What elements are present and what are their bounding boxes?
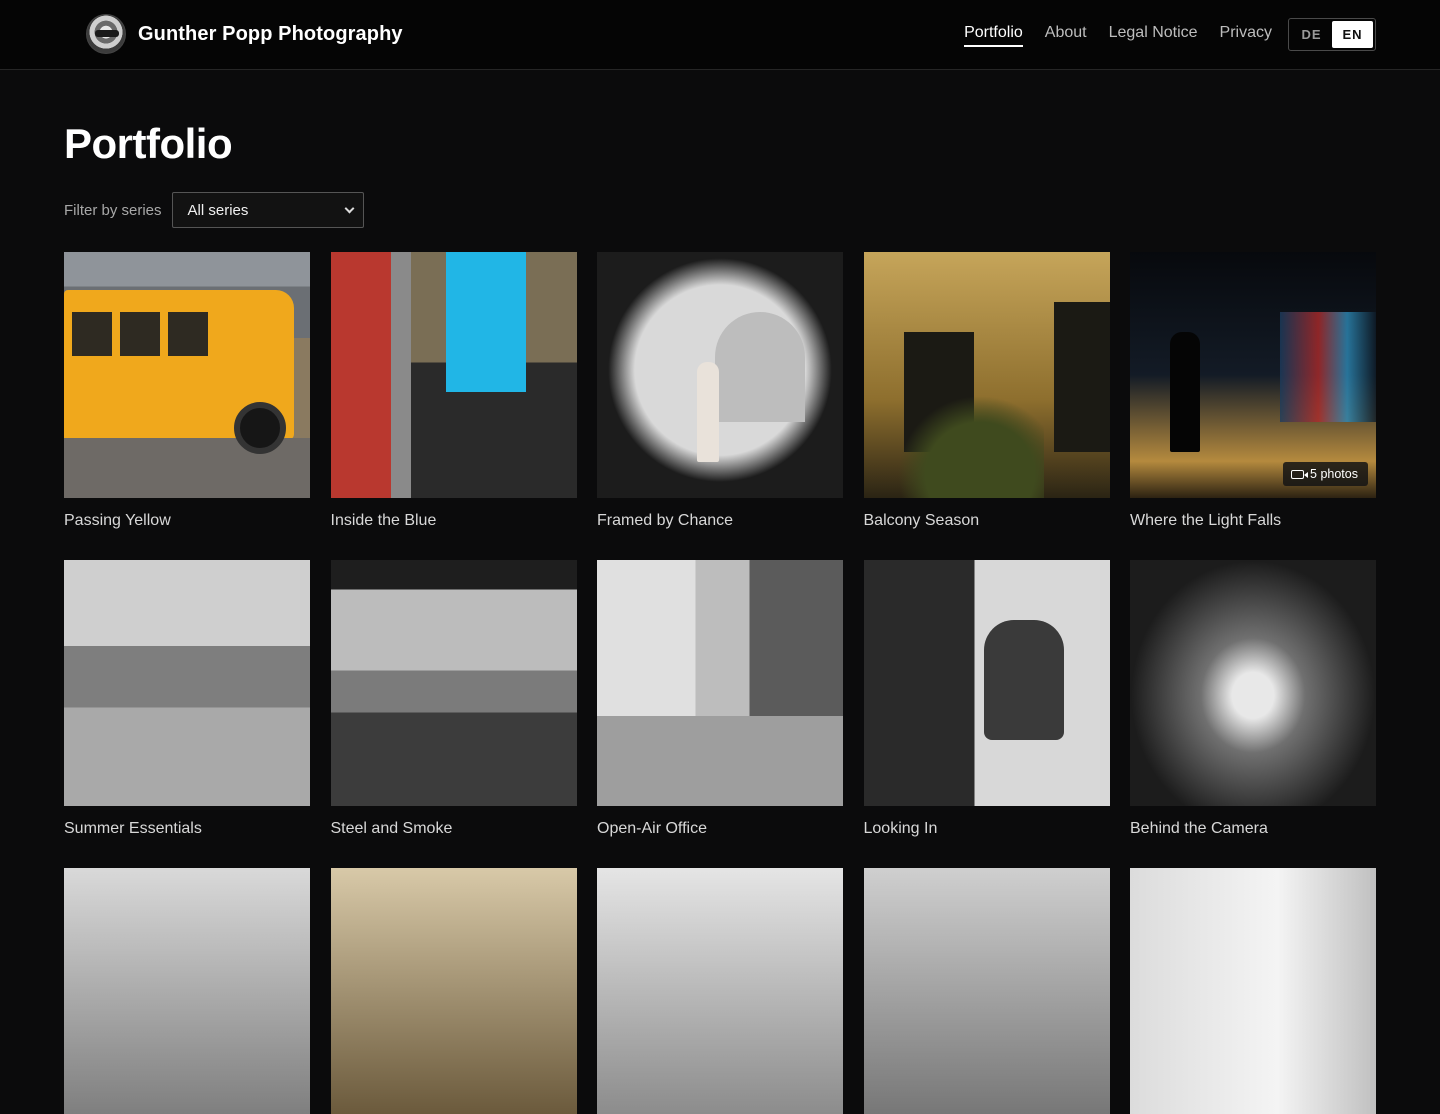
photo-thumbnail[interactable] [330,868,577,1114]
photo-thumbnail[interactable] [1130,560,1376,806]
series-filter: Filter by series All series [64,192,364,228]
photo-thumbnail[interactable] [597,560,843,806]
photo-title[interactable]: Looking In [864,820,1110,840]
video-camera-icon [1291,469,1309,479]
photo-thumbnail[interactable]: 5 photos [1130,252,1376,498]
language-switcher: DE EN [1288,18,1376,51]
photo-card[interactable] [64,868,310,1114]
photo-card[interactable]: Passing Yellow [64,252,310,532]
photo-thumbnail[interactable] [863,252,1110,498]
lang-de-button[interactable]: DE [1291,21,1332,48]
photo-title[interactable]: Where the Light Falls [1130,512,1376,532]
nav-privacy[interactable]: Privacy [1220,24,1272,47]
avatar [86,14,126,54]
photo-card[interactable]: Open-Air Office [597,560,843,840]
photo-title[interactable]: Behind the Camera [1130,820,1376,840]
filter-label: Filter by series [64,201,162,219]
photo-title[interactable]: Open-Air Office [597,820,843,840]
photo-title[interactable]: Steel and Smoke [331,820,577,840]
page-title: Portfolio [64,120,233,167]
main-nav: Portfolio About Legal Notice Privacy [964,22,1272,48]
photo-card[interactable] [597,868,843,1114]
photo-thumbnail[interactable] [64,868,310,1114]
photo-title[interactable]: Framed by Chance [597,512,843,532]
photo-card[interactable] [1130,868,1376,1114]
photo-card[interactable] [863,868,1110,1114]
photo-title[interactable]: Summer Essentials [64,820,310,840]
nav-legal-notice[interactable]: Legal Notice [1109,24,1198,47]
series-select[interactable]: All series [171,192,364,228]
photo-card[interactable] [330,868,577,1114]
photo-thumbnail[interactable] [1130,868,1376,1114]
photo-thumbnail[interactable] [597,252,843,498]
photo-card[interactable]: Summer Essentials [64,560,310,840]
series-count: 5 photos [1310,467,1358,481]
photo-thumbnail[interactable] [863,868,1110,1114]
photo-title[interactable]: Inside the Blue [331,512,577,532]
photo-thumbnail[interactable] [863,560,1110,806]
series-select-value: All series [187,201,249,219]
photo-card[interactable]: Inside the Blue [330,252,577,532]
photo-thumbnail[interactable] [330,560,577,806]
photo-card[interactable]: Framed by Chance [597,252,843,532]
lang-en-button[interactable]: EN [1332,21,1373,48]
photo-card[interactable]: Looking In [863,560,1110,840]
photo-thumbnail[interactable] [597,868,843,1114]
nav-about[interactable]: About [1045,24,1087,47]
photo-card[interactable]: Steel and Smoke [330,560,577,840]
brand-link[interactable]: Gunther Popp Photography [86,14,403,54]
chevron-down-icon [344,203,354,214]
photo-title[interactable]: Balcony Season [864,512,1110,532]
nav-portfolio[interactable]: Portfolio [964,24,1023,47]
site-header: Gunther Popp Photography Portfolio About… [0,0,1440,70]
photo-card[interactable]: Behind the Camera [1130,560,1376,840]
photo-thumbnail[interactable] [64,252,310,498]
photo-card[interactable]: 5 photos Where the Light Falls [1130,252,1376,532]
photo-grid: Passing Yellow Inside the Blue Framed by… [64,252,1376,1114]
photo-thumbnail[interactable] [330,252,577,498]
photo-title[interactable]: Passing Yellow [64,512,310,532]
photo-card[interactable]: Balcony Season [863,252,1110,532]
series-count-badge: 5 photos [1283,462,1368,486]
brand-name: Gunther Popp Photography [138,22,403,45]
photo-thumbnail[interactable] [64,560,310,806]
